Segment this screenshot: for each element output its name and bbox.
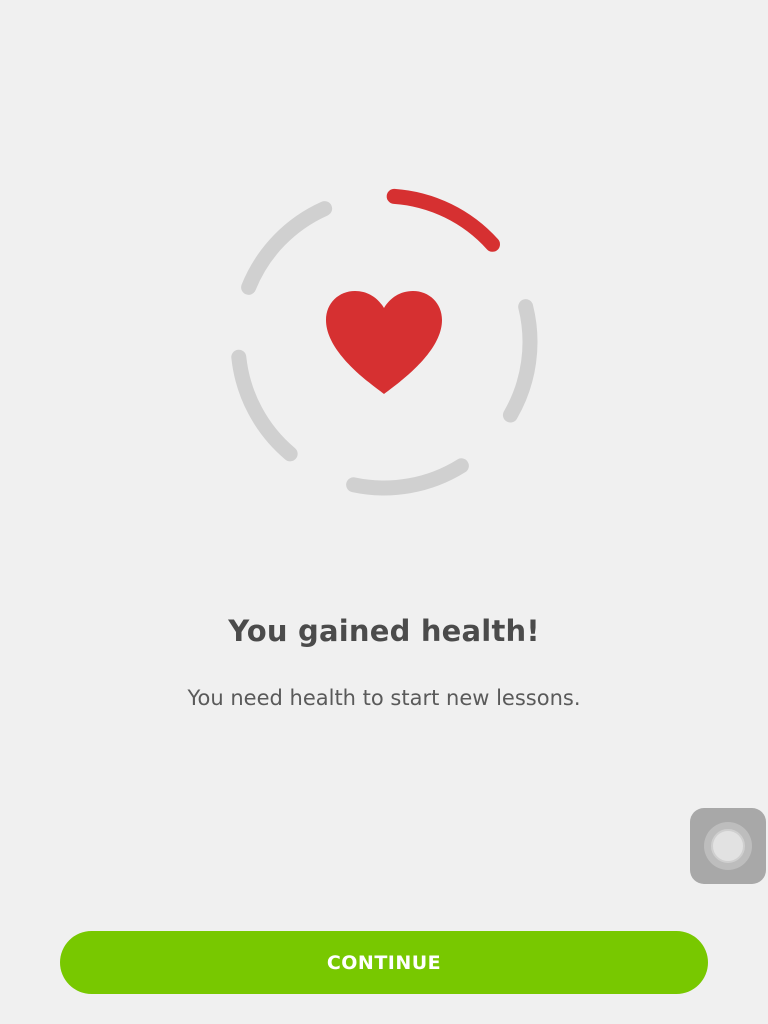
health-segment-filled [386,188,500,252]
health-meter [224,182,544,502]
heart-icon [326,291,442,394]
assistive-touch-icon [704,822,752,870]
health-gained-screen: You gained health! You need health to st… [0,0,768,1024]
health-segment-empty [502,299,538,423]
health-segment-empty [231,349,298,462]
page-title: You gained health! [228,614,540,648]
assistive-touch-button[interactable] [690,808,766,884]
health-segment-empty [241,201,333,295]
continue-button[interactable]: CONTINUE [60,931,708,994]
health-segment-empty [346,458,469,496]
page-subtitle: You need health to start new lessons. [187,686,581,710]
